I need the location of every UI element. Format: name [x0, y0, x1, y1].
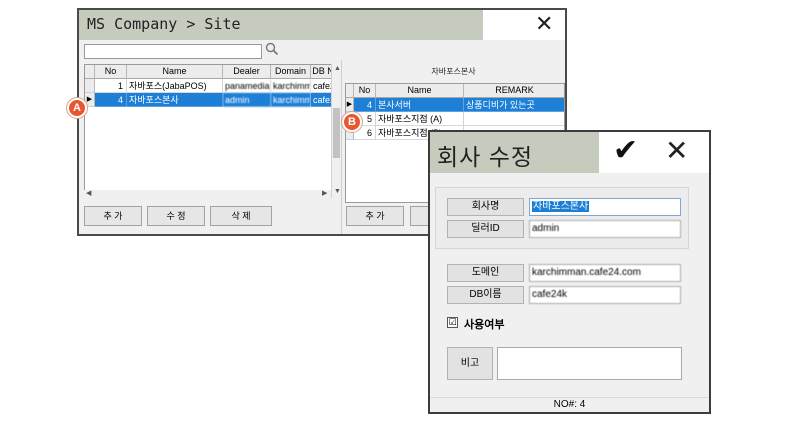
- edit-button[interactable]: 수 정: [147, 206, 205, 226]
- grid-corner: [346, 84, 354, 98]
- cell-no[interactable]: 4: [354, 98, 376, 112]
- column-header-remark[interactable]: REMARK: [464, 84, 564, 98]
- panel-divider[interactable]: [341, 60, 342, 234]
- add-server-button[interactable]: 추 가: [346, 206, 404, 226]
- search-icon[interactable]: [265, 42, 279, 59]
- column-header-domain[interactable]: Domain: [271, 65, 311, 79]
- add-button[interactable]: 추 가: [84, 206, 142, 226]
- scroll-down-icon[interactable]: ▼: [334, 188, 341, 196]
- cell-remark[interactable]: [464, 112, 564, 126]
- dialog-actions: ✔ ✕: [599, 132, 709, 173]
- cell-name[interactable]: 자바포스(JabaPOS): [127, 79, 223, 93]
- company-info-group: [435, 187, 689, 249]
- remark-label: 비고: [447, 347, 493, 380]
- window-title: MS Company > Site: [87, 15, 241, 33]
- cell-name[interactable]: 자바포스지점 (A): [376, 112, 464, 126]
- cell-dealer[interactable]: panamedia: [223, 79, 271, 93]
- column-header-no[interactable]: No: [95, 65, 127, 79]
- checkmark-icon[interactable]: ✔: [613, 133, 638, 169]
- cell-remark[interactable]: 상품디비가 있는곳: [464, 98, 564, 112]
- delete-button[interactable]: 삭 제: [210, 206, 272, 226]
- db-name-field[interactable]: cafe24k: [529, 286, 681, 304]
- dialog-title: 회사 수정: [437, 144, 534, 170]
- cell-no[interactable]: 1: [95, 79, 127, 93]
- cell-domain[interactable]: karchimm: [271, 93, 311, 107]
- close-icon[interactable]: ✕: [665, 134, 688, 168]
- column-header-name[interactable]: Name: [376, 84, 464, 98]
- callout-badge-a: A: [67, 98, 87, 118]
- grid-corner: [85, 65, 95, 79]
- record-number-status: NO#: 4: [553, 399, 586, 410]
- scroll-right-icon[interactable]: ▶: [322, 190, 327, 198]
- use-flag-label[interactable]: 사용여부: [464, 316, 504, 332]
- site-list-grid[interactable]: No Name Dealer Domain DB Na 1 자바포스(JabaP…: [84, 64, 341, 198]
- title-bar-actions: ✕: [483, 10, 565, 40]
- company-name-value: 자바포스본사: [532, 201, 590, 212]
- status-divider: [430, 397, 709, 398]
- scrollbar-thumb[interactable]: [333, 108, 340, 158]
- search-input[interactable]: [84, 44, 262, 59]
- cell-no[interactable]: 4: [95, 93, 127, 107]
- dealer-id-label: 딜러ID: [447, 220, 524, 238]
- domain-label: 도메인: [447, 264, 524, 282]
- company-name-label: 회사명: [447, 198, 524, 216]
- domain-field[interactable]: karchimman.cafe24.com: [529, 264, 681, 282]
- close-icon[interactable]: ✕: [535, 12, 553, 36]
- cell-name[interactable]: 본사서버: [376, 98, 464, 112]
- cell-dealer[interactable]: admin: [223, 93, 271, 107]
- dealer-id-field[interactable]: admin: [529, 220, 681, 238]
- edit-company-dialog: 회사 수정 ✔ ✕ 회사명 자바포스본사 딜러ID admin 도메인 karc…: [428, 130, 711, 414]
- row-pointer-icon[interactable]: ▶: [346, 98, 354, 112]
- cell-name[interactable]: 자바포스본사: [127, 93, 223, 107]
- scroll-up-icon[interactable]: ▲: [334, 65, 341, 73]
- column-header-name[interactable]: Name: [127, 65, 223, 79]
- callout-badge-b: B: [342, 112, 362, 132]
- horizontal-scrollbar[interactable]: ◀ ▶: [84, 190, 331, 198]
- company-name-field[interactable]: 자바포스본사: [529, 198, 681, 216]
- cell-domain[interactable]: karchimm: [271, 79, 311, 93]
- db-name-label: DB이름: [447, 286, 524, 304]
- use-flag-checkbox[interactable]: ☑: [447, 317, 458, 328]
- detail-caption: 자바포스본사: [431, 67, 476, 76]
- remark-field[interactable]: [497, 347, 682, 380]
- column-header-dealer[interactable]: Dealer: [223, 65, 271, 79]
- row-header[interactable]: [85, 79, 95, 93]
- column-header-no[interactable]: No: [354, 84, 376, 98]
- vertical-scrollbar[interactable]: ▲ ▼: [331, 64, 341, 198]
- scroll-left-icon[interactable]: ◀: [86, 190, 91, 198]
